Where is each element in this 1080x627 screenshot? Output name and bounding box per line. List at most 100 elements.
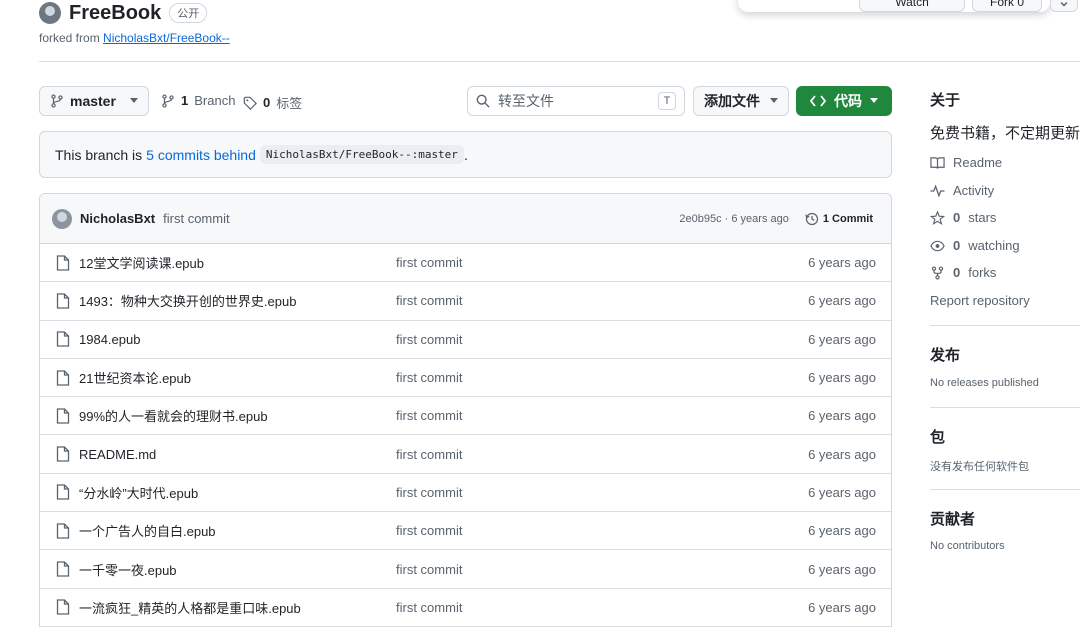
- file-name[interactable]: 一个广告人的自白.epub: [79, 521, 216, 540]
- readme-label: Readme: [953, 155, 1003, 170]
- repo-description: 免费书籍，不定期更新: [930, 125, 1080, 142]
- file-commit-message[interactable]: first commit: [396, 332, 462, 347]
- file-commit-message[interactable]: first commit: [396, 523, 462, 538]
- fork-count: 0: [1017, 0, 1025, 9]
- file-commit-message[interactable]: first commit: [396, 293, 462, 308]
- watch-button[interactable]: Watch: [859, 0, 965, 12]
- report-repository-link[interactable]: Report repository: [930, 293, 1030, 308]
- file-commit-date: 6 years ago: [808, 370, 876, 386]
- file-commit-message[interactable]: first commit: [396, 255, 462, 270]
- file-commit-date: 6 years ago: [808, 561, 876, 577]
- repo-header: FreeBook 公开: [39, 0, 208, 26]
- repo-title[interactable]: FreeBook: [69, 2, 161, 25]
- stars-link[interactable]: 0 stars: [930, 210, 996, 225]
- caret-down-icon: [870, 98, 878, 104]
- file-row[interactable]: 一流疯狂_精英的人格都是重口味.epub first commit 6 years …: [40, 589, 891, 627]
- file-list: NicholasBxt first commit 2e0b95c · 6 yea…: [39, 193, 892, 627]
- file-name[interactable]: “分水岭”大时代.epub: [79, 483, 198, 502]
- go-to-file-input[interactable]: 转至文件 T: [467, 86, 685, 116]
- code-label: 代码: [834, 93, 862, 109]
- chevron-down-icon: [1059, 0, 1069, 9]
- commit-author[interactable]: NicholasBxt: [80, 211, 155, 226]
- file-commit-message[interactable]: first commit: [396, 370, 462, 385]
- banner-prefix: This branch is: [55, 146, 143, 163]
- file-commit-date: 6 years ago: [808, 408, 876, 424]
- file-commit-date: 6 years ago: [808, 331, 876, 347]
- commit-meta[interactable]: 2e0b95c · 6 years ago: [679, 213, 788, 225]
- file-commit-date: 6 years ago: [808, 255, 876, 271]
- visibility-badge: 公开: [169, 3, 208, 23]
- search-icon: [476, 94, 490, 108]
- file-row[interactable]: 21世纪资本论.epub first commit 6 years ago: [40, 359, 891, 398]
- file-row[interactable]: 12堂文学阅读课.epub first commit 6 years ago: [40, 244, 891, 283]
- releases-heading[interactable]: 发布: [930, 344, 960, 365]
- packages-heading[interactable]: 包: [930, 426, 945, 447]
- commit-message[interactable]: first commit: [163, 211, 229, 226]
- file-commit-message[interactable]: first commit: [396, 600, 462, 615]
- keyboard-shortcut-hint: T: [658, 92, 676, 110]
- file-name[interactable]: 1493：物种大交换开创的世界史.epub: [79, 291, 296, 310]
- tag-icon: [243, 96, 257, 110]
- file-name[interactable]: README.md: [79, 447, 156, 462]
- file-name[interactable]: 12堂文学阅读课.epub: [79, 253, 204, 272]
- commit-author-avatar[interactable]: [52, 208, 72, 229]
- branch-name: master: [70, 93, 116, 109]
- file-row[interactable]: 99%的人一看就会的理财书.epub first commit 6 years ag…: [40, 397, 891, 436]
- fork-dropdown-button[interactable]: [1050, 0, 1078, 12]
- pulse-icon: [930, 183, 945, 198]
- file-icon: [56, 254, 70, 271]
- readme-link[interactable]: Readme: [930, 155, 1002, 170]
- file-commit-message[interactable]: first commit: [396, 485, 462, 500]
- eye-icon: [930, 239, 945, 253]
- activity-link[interactable]: Activity: [930, 183, 994, 198]
- repo-forked-icon: [930, 265, 945, 280]
- contributors-heading[interactable]: 贡献者: [930, 508, 975, 529]
- watch-label: Watch: [895, 0, 929, 9]
- fork-button[interactable]: Fork 0: [972, 0, 1042, 12]
- add-file-button[interactable]: 添加文件: [693, 86, 789, 116]
- forked-from-link[interactable]: NicholasBxt/FreeBook--: [103, 31, 230, 45]
- git-branch-icon: [161, 93, 175, 108]
- activity-label: Activity: [953, 183, 995, 198]
- caret-down-icon: [770, 98, 778, 104]
- file-icon: [56, 408, 70, 424]
- branches-label: Branch: [194, 93, 236, 108]
- branch-select-button[interactable]: master: [39, 86, 149, 116]
- file-row[interactable]: 一个广告人的自白.epub first commit 6 years ago: [40, 512, 891, 551]
- file-icon: [56, 331, 70, 347]
- file-commit-message[interactable]: first commit: [396, 447, 462, 462]
- file-commit-message[interactable]: first commit: [396, 562, 462, 577]
- file-name[interactable]: 一流疯狂_精英的人格都是重口味.epub: [79, 598, 301, 617]
- git-branch-icon: [50, 94, 64, 108]
- book-icon: [930, 156, 945, 170]
- file-icon: [56, 369, 70, 386]
- watchers-link[interactable]: 0 watching: [930, 238, 1020, 253]
- tags-link[interactable]: 0 标签: [243, 93, 302, 112]
- commits-history-link[interactable]: 1 Commit: [805, 212, 873, 226]
- owner-avatar[interactable]: [39, 2, 61, 24]
- file-name[interactable]: 99%的人一看就会的理财书.epub: [79, 406, 268, 425]
- file-row[interactable]: 一千零一夜.epub first commit 6 years ago: [40, 550, 891, 589]
- sidebar-divider: [930, 407, 1080, 408]
- file-commit-message[interactable]: first commit: [396, 408, 462, 423]
- file-name[interactable]: 21世纪资本论.epub: [79, 368, 191, 387]
- code-button[interactable]: 代码: [796, 86, 892, 116]
- tags-label: 标签: [276, 96, 303, 111]
- file-commit-date: 6 years ago: [808, 523, 876, 539]
- contributors-empty: No contributors: [930, 540, 1005, 552]
- file-icon: [56, 484, 70, 501]
- file-row[interactable]: 1493：物种大交换开创的世界史.epub first commit 6 years…: [40, 282, 891, 321]
- branches-link[interactable]: 1 Branch: [161, 93, 235, 108]
- commits-behind-link[interactable]: 5 commits behind: [146, 147, 256, 163]
- forks-label: forks: [968, 265, 997, 280]
- stars-label: stars: [968, 210, 997, 225]
- file-row[interactable]: 1984.epub first commit 6 years ago: [40, 321, 891, 359]
- file-row[interactable]: README.md first commit 6 years ago: [40, 435, 891, 474]
- file-row[interactable]: “分水岭”大时代.epub first commit 6 years ago: [40, 474, 891, 513]
- branch-behind-banner: This branch is 5 commits behind Nicholas…: [39, 131, 892, 178]
- header-divider: [39, 61, 1080, 62]
- file-name[interactable]: 一千零一夜.epub: [79, 560, 177, 579]
- file-name[interactable]: 1984.epub: [79, 332, 140, 347]
- forks-link[interactable]: 0 forks: [930, 265, 996, 280]
- banner-suffix: .: [463, 146, 468, 163]
